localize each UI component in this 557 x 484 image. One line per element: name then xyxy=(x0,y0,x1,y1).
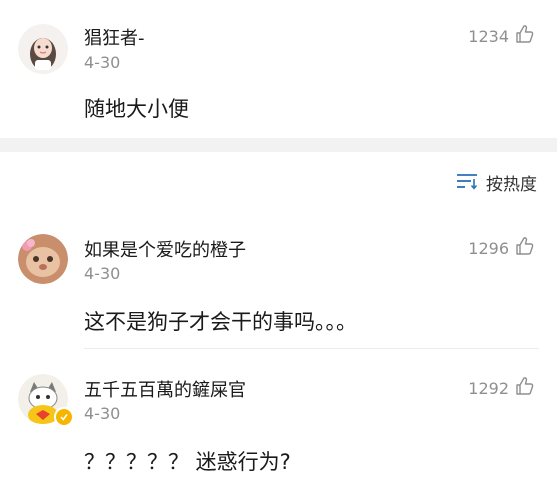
comment-date: 4-30 xyxy=(84,404,121,423)
comment-item: 如果是个爱吃的橙子 4-30 这不是狗子才会干的事吗。。。 1296 xyxy=(0,220,557,350)
sort-by-hot-button[interactable]: 按热度 xyxy=(456,170,537,195)
comment-text: ？？？？？ 迷惑行为? xyxy=(84,450,291,474)
thumbs-up-icon xyxy=(515,376,535,400)
username[interactable]: 五千五百萬的鏟屎官 xyxy=(84,376,246,402)
username[interactable]: 如果是个爱吃的橙子 xyxy=(84,236,246,262)
section-separator xyxy=(0,138,557,152)
verified-badge-icon xyxy=(54,407,74,427)
comment-item: 五千五百萬的鏟屎官 4-30 ？？？？？ 迷惑行为? 1292 xyxy=(0,360,557,484)
like-count: 1296 xyxy=(468,238,509,258)
avatar[interactable] xyxy=(18,24,68,74)
username[interactable]: 猖狂者- xyxy=(84,24,145,50)
comment-date: 4-30 xyxy=(84,264,121,283)
divider xyxy=(84,348,539,349)
sort-label: 按热度 xyxy=(486,175,537,195)
like-count: 1292 xyxy=(468,378,509,398)
like-button[interactable]: 1292 xyxy=(468,376,535,400)
avatar[interactable] xyxy=(18,234,68,284)
comment-text: 随地大小便 xyxy=(84,97,189,121)
sort-lines-icon xyxy=(456,172,478,194)
thumbs-up-icon xyxy=(515,236,535,260)
thumbs-up-icon xyxy=(515,24,535,48)
comment-text: 这不是狗子才会干的事吗。。。 xyxy=(84,310,357,334)
like-count: 1234 xyxy=(468,26,509,46)
comment-date: 4-30 xyxy=(84,53,121,72)
like-button[interactable]: 1234 xyxy=(468,24,535,48)
like-button[interactable]: 1296 xyxy=(468,236,535,260)
comment-item: 猖狂者- 4-30 随地大小便 1234 xyxy=(0,0,557,138)
